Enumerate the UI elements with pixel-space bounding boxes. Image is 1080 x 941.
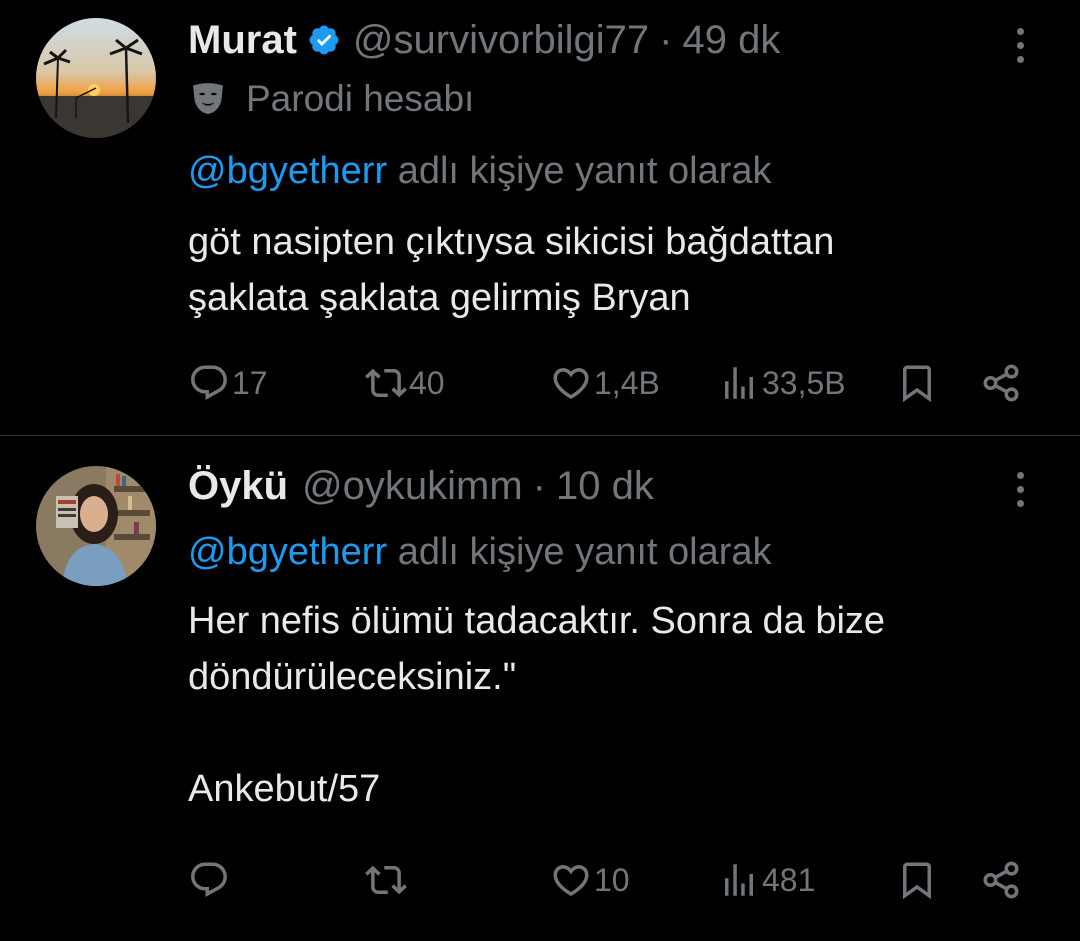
tweet-text-line: göt nasipten çıktıysa sikicisi bağdattan [188,221,835,263]
verified-badge-icon[interactable] [307,23,341,57]
reply-button[interactable] [188,850,232,910]
like-button[interactable]: 1,4B [550,353,660,413]
handle[interactable]: @oykukimm [302,464,523,509]
tweet-header: Murat @survivorbilgi77 · 49 dk [188,15,780,65]
bookmark-button[interactable] [896,353,938,413]
action-bar: 17 40 1,4B 33,5B [0,353,1080,413]
tweet-header: Öykü @oykukimm · 10 dk [188,461,654,511]
tweet-text: göt nasipten çıktıysa sikicisi bağdattan… [188,214,834,326]
parody-mask-icon [193,83,223,114]
repost-button[interactable] [365,850,409,910]
like-count: 1,4B [594,364,660,401]
reply-mention-link[interactable]: @bgyetherr [188,531,387,573]
views-count: 481 [762,861,816,898]
display-name[interactable]: Öykü [188,464,288,509]
share-button[interactable] [980,850,1022,910]
reply-suffix: adlı kişiye yanıt olarak [397,531,772,573]
like-icon [553,368,589,400]
views-icon [725,864,753,896]
reply-context: @bgyetherr adlı kişiye yanıt olarak [188,531,772,574]
tweet-text-line: Her nefis ölümü tadacaktır. Sonra da biz… [188,600,886,642]
repost-button[interactable]: 40 [365,353,445,413]
reply-mention-link[interactable]: @bgyetherr [188,150,387,192]
like-icon [553,865,589,897]
tweet[interactable]: Murat @survivorbilgi77 · 49 dk Parodi he… [0,0,1080,435]
tweet-text-line [188,705,885,761]
separator: · [532,463,546,508]
display-name[interactable]: Murat [188,18,297,63]
more-icon[interactable] [1010,464,1030,514]
repost-icon [365,865,407,895]
views-button[interactable]: 33,5B [718,353,846,413]
bookmark-icon [903,365,931,403]
bookmark-icon [903,862,931,900]
handle[interactable]: @survivorbilgi77 [353,18,649,63]
share-button[interactable] [980,353,1022,413]
more-icon[interactable] [1010,20,1030,70]
views-icon [725,367,753,399]
reply-icon [191,365,227,400]
avatar[interactable] [36,466,156,586]
tweet-text: Her nefis ölümü tadacaktır. Sonra da biz… [188,593,885,817]
repost-count: 40 [409,364,445,401]
like-count: 10 [594,861,630,898]
tweet[interactable]: Öykü @oykukimm · 10 dk @bgyetherr adlı k… [0,435,1080,941]
views-button[interactable]: 481 [718,850,815,910]
reply-context: @bgyetherr adlı kişiye yanıt olarak [188,150,772,193]
reply-icon [191,862,227,897]
tweet-text-line: şaklata şaklata gelirmiş Bryan [188,277,691,319]
timestamp[interactable]: 10 dk [556,464,654,509]
repost-icon [365,368,407,398]
bookmark-button[interactable] [896,850,938,910]
tweet-text-line: döndürüleceksiniz." [188,656,517,698]
parody-text: Parodi hesabı [246,78,475,119]
share-icon [983,861,1019,899]
timestamp[interactable]: 49 dk [683,18,781,63]
reply-button[interactable]: 17 [188,353,268,413]
reply-count: 17 [232,364,268,401]
tweet-text-line: Ankebut/57 [188,768,381,810]
parody-label: Parodi hesabı [188,78,474,120]
views-count: 33,5B [762,364,846,401]
reply-suffix: adlı kişiye yanıt olarak [397,150,772,192]
share-icon [983,364,1019,402]
separator: · [659,17,673,62]
like-button[interactable]: 10 [550,850,630,910]
action-bar: 10 481 [0,850,1080,910]
avatar[interactable] [36,18,156,138]
